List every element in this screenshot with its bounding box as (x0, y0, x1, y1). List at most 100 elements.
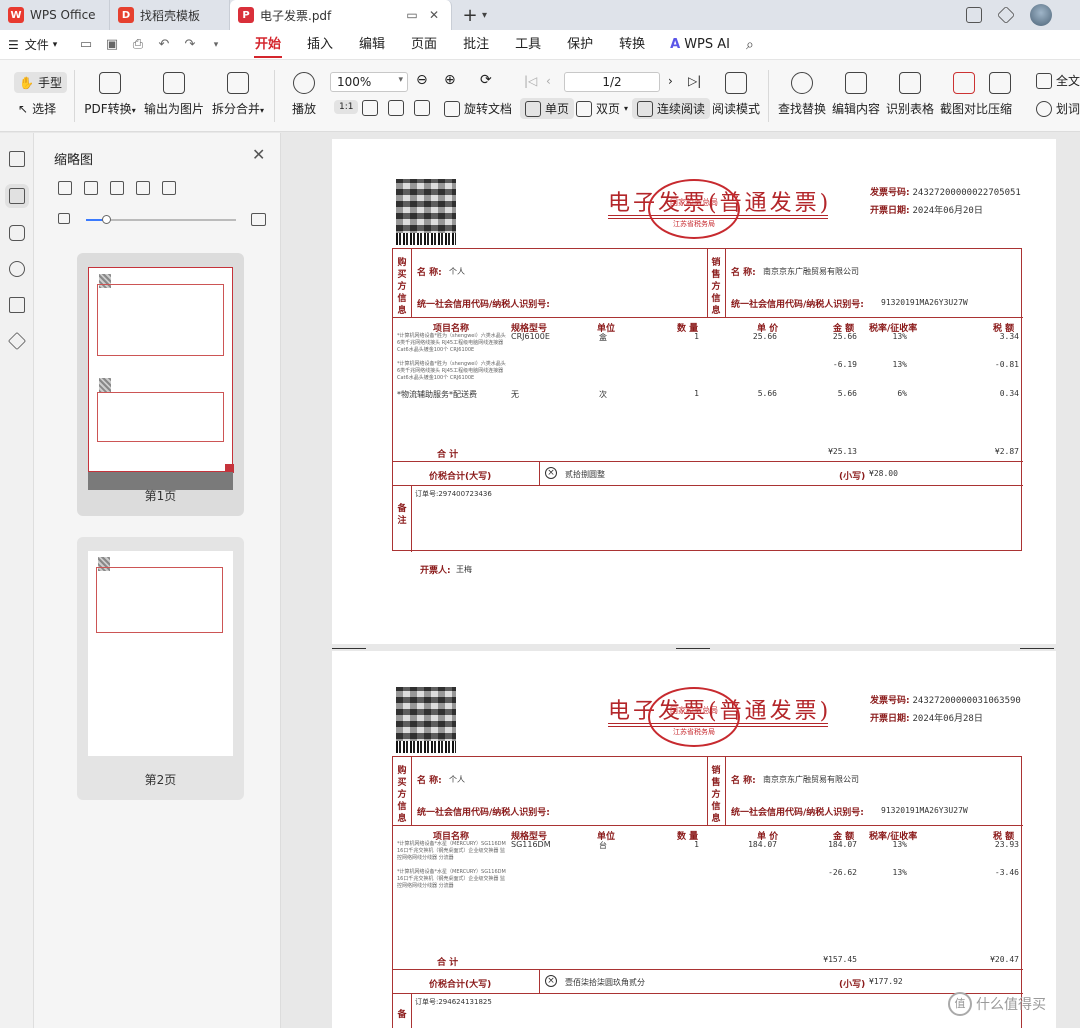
invoice-table: 购买方信息 销售方信息 名 称: 个人 统一社会信用代码/纳税人识别号: 名 称… (392, 248, 1023, 552)
file-menu[interactable]: ☰ 文件 ▾ (0, 36, 78, 53)
avatar[interactable] (1030, 4, 1052, 26)
grand-total-words: 贰拾捌圆整 (565, 470, 605, 479)
chevron-down-icon[interactable]: ▾ (208, 40, 224, 50)
x-circle-icon: × (545, 975, 557, 987)
fit-page-icon[interactable] (362, 100, 378, 116)
zoom-in-icon[interactable]: ⊕ (444, 72, 456, 88)
wps-ai-button[interactable]: A WPS AI (658, 37, 742, 52)
thumbnail-size-slider[interactable] (86, 215, 236, 224)
issuer-name: 王梅 (456, 565, 472, 574)
double-page-icon (576, 100, 592, 117)
save-icon[interactable]: ▣ (104, 37, 120, 52)
menu-convert[interactable]: 转换 (606, 30, 658, 60)
menu-home[interactable]: 开始 (242, 30, 294, 60)
menu-insert[interactable]: 插入 (294, 30, 346, 60)
undo-icon[interactable]: ↶ (156, 37, 172, 52)
word-translate-button[interactable]: 划词 (1036, 100, 1080, 117)
seller-side-label: 销售方信息 (711, 258, 721, 316)
image-export-icon (163, 72, 185, 94)
compare-icon (953, 72, 975, 94)
reading-mode-button[interactable]: 阅读模式 (704, 72, 768, 117)
layers-icon[interactable] (7, 331, 27, 351)
select-tool-button[interactable]: ↖ 选择 (18, 100, 56, 117)
close-icon[interactable]: ✕ (252, 145, 265, 164)
grid-view-icon[interactable] (58, 181, 72, 195)
replace-page-icon[interactable] (162, 181, 176, 195)
x-circle-icon: × (545, 467, 557, 479)
rotate-document-button[interactable]: 旋转文档 (444, 100, 512, 117)
crop-icon[interactable] (414, 100, 430, 116)
insert-page-icon[interactable] (84, 181, 98, 195)
edit-icon (845, 72, 867, 94)
item-name: *计算机网络设备*胜为（shengwei）六类水晶头 6类千兆网络线接头 RJ4… (397, 333, 506, 353)
tab-invoice-pdf[interactable]: P 电子发票.pdf ▭ ✕ (230, 0, 452, 30)
reading-view-icon[interactable] (966, 7, 982, 23)
side-rail (0, 133, 34, 1028)
thumbnail-page-1[interactable]: 第1页 (77, 253, 244, 516)
signature-icon[interactable] (9, 297, 25, 313)
thumbnail-page-2[interactable]: 第2页 (77, 537, 244, 800)
grand-total-words: 壹佰柒拾柒圆玖角贰分 (565, 978, 645, 987)
rotate-doc-icon (444, 100, 460, 117)
extract-page-icon[interactable] (136, 181, 150, 195)
split-merge-button[interactable]: 拆分合并▾ (206, 72, 270, 117)
page-number-input[interactable]: 1/2 (564, 72, 660, 92)
small-image-icon (58, 213, 70, 224)
rotate-icon[interactable]: ⟳ (480, 72, 492, 88)
search-icon[interactable]: ⌕ (746, 37, 754, 53)
total-tax: ¥20.47 (990, 955, 1019, 964)
watermark-logo-icon: 值 (948, 992, 972, 1016)
add-blank-page-icon[interactable] (110, 181, 124, 195)
menu-page[interactable]: 页面 (398, 30, 450, 60)
cube-icon[interactable] (996, 5, 1016, 25)
continuous-read-button[interactable]: 连续阅读 (632, 98, 711, 119)
bookmark-icon[interactable] (9, 151, 25, 167)
item-name: *物流辅助服务*配送费 (397, 390, 477, 399)
menu-annotate[interactable]: 批注 (450, 30, 502, 60)
thumbnail-panel: 缩略图 ✕ 第1页 第2页 (34, 133, 281, 1028)
double-page-button[interactable]: 双页 ▾ (576, 100, 628, 117)
pdf-convert-button[interactable]: PDF转换▾ (78, 72, 142, 117)
monitor-icon[interactable]: ▭ (403, 8, 421, 22)
play-icon (293, 72, 315, 94)
new-tab-icon[interactable]: + (460, 5, 480, 26)
hand-tool-button[interactable]: ✋ 手型 (14, 72, 67, 93)
slider-handle[interactable] (102, 215, 111, 224)
thumbnail-icon[interactable] (5, 184, 29, 208)
wps-ai-icon: A (670, 37, 681, 52)
first-page-icon[interactable]: |◁ (524, 74, 537, 88)
tab-docer-templates[interactable]: D 找稻壳模板 (110, 0, 230, 30)
pdf-convert-icon (99, 72, 121, 94)
full-text-button[interactable]: 全文 (1036, 72, 1080, 89)
invoice-number: 发票号码: 24327200000022705051 (870, 188, 1021, 198)
zoom-select[interactable]: 100% ▾ (330, 72, 408, 92)
last-page-icon[interactable]: ▷| (688, 74, 701, 88)
actual-size-icon[interactable]: 1:1 (334, 100, 359, 114)
print-icon[interactable]: ⎙ (130, 37, 146, 52)
redo-icon[interactable]: ↷ (182, 37, 198, 52)
play-button[interactable]: 播放 (272, 72, 336, 117)
comment-icon[interactable] (9, 225, 25, 241)
compress-button[interactable]: 压缩 (980, 72, 1020, 117)
menu-tools[interactable]: 工具 (502, 30, 554, 60)
zoom-out-icon[interactable]: ⊖ (416, 72, 428, 88)
tab-wps-office[interactable]: W WPS Office (0, 0, 110, 30)
close-tab-icon[interactable]: ✕ (425, 8, 443, 22)
item-name: *计算机网络设备*水星（MERCURY）SG116DM 16口千兆交换机（钢壳桌… (397, 841, 506, 861)
menu-edit[interactable]: 编辑 (346, 30, 398, 60)
open-folder-icon[interactable]: ▭ (78, 37, 94, 52)
export-image-button[interactable]: 输出为图片 (142, 72, 206, 117)
next-page-icon[interactable]: › (668, 74, 673, 88)
tab-label: WPS Office (30, 8, 96, 22)
buyer-name: 个人 (449, 267, 465, 276)
pdf-page-1: 电子发票(普通发票) 国家税务总局 江苏省税务局 发票号码: 243272000… (332, 139, 1056, 644)
attachment-icon[interactable] (9, 261, 25, 277)
prev-page-icon[interactable]: ‹ (546, 74, 551, 88)
panel-title: 缩略图 (54, 153, 94, 168)
fit-width-icon[interactable] (388, 100, 404, 116)
single-page-button[interactable]: 单页 (520, 98, 575, 119)
chevron-down-icon[interactable]: ▾ (482, 10, 487, 21)
document-viewport[interactable]: 电子发票(普通发票) 国家税务总局 江苏省税务局 发票号码: 243272000… (282, 133, 1080, 1028)
menu-protect[interactable]: 保护 (554, 30, 606, 60)
single-page-icon (525, 100, 541, 117)
